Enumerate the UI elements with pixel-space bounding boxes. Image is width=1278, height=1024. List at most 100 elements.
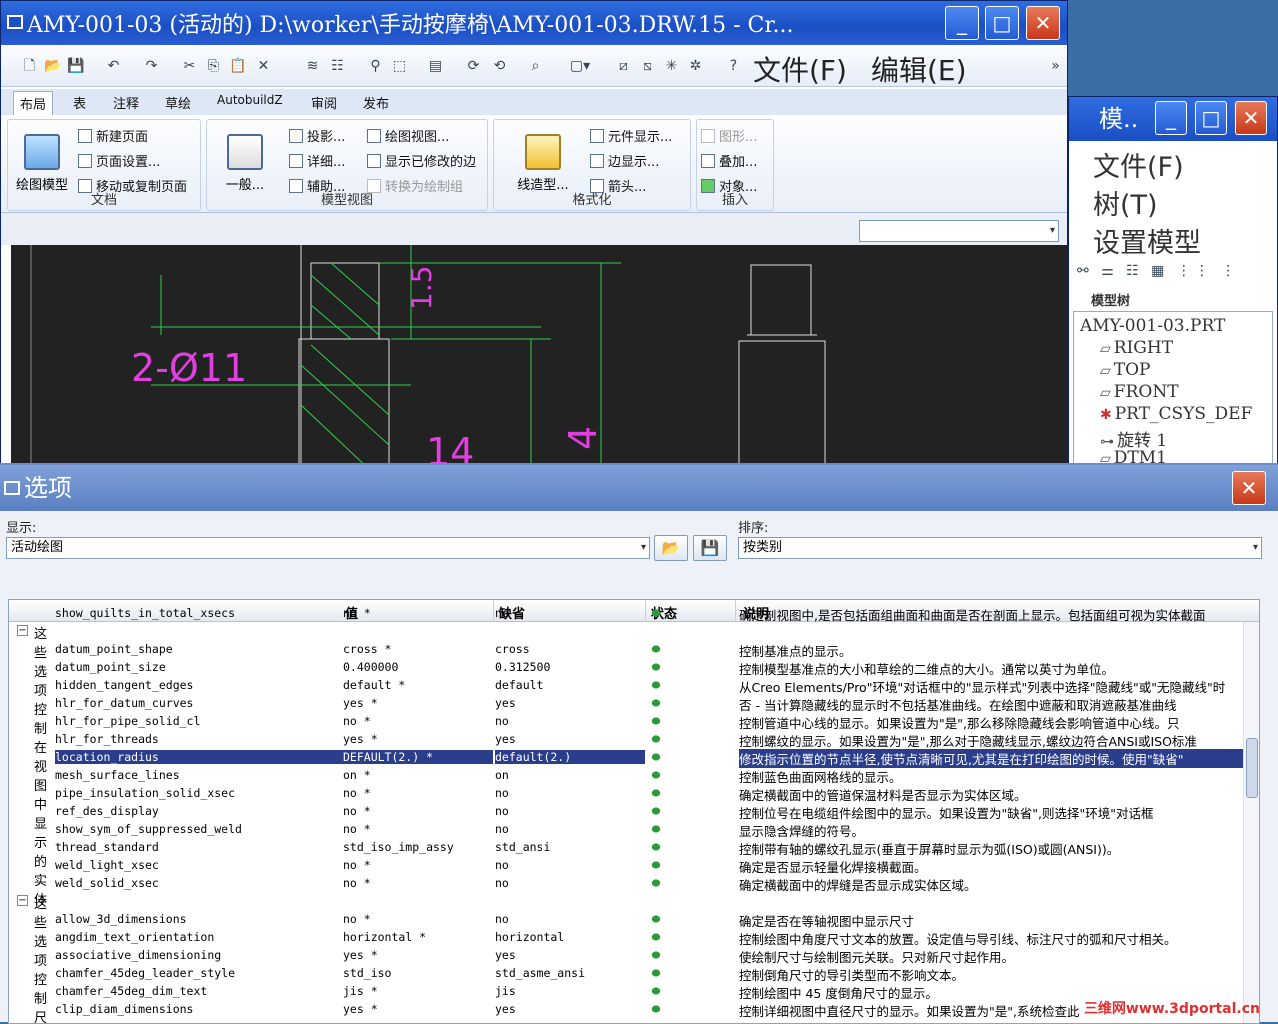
drawing-model-button[interactable]: 绘图模型 [10,134,74,193]
menu-edit[interactable]: 编辑(E) [871,49,967,89]
show-modified-edges-button[interactable]: 显示已修改的边 [367,151,476,170]
status-dot-icon [651,879,661,887]
tree-node-right[interactable]: ▱ RIGHT [1100,338,1173,358]
open-config-button[interactable]: 📂 [654,535,688,561]
delete-icon[interactable]: ✕ [255,58,272,75]
tree-menu-tree[interactable]: 树(T) [1093,183,1158,222]
tree-close-button[interactable]: ✕ [1235,101,1267,135]
properties-icon[interactable]: ▤ [427,58,444,75]
table-row[interactable]: datum_point_size 0.400000 0.312500 控制模型基准点的… [9,658,1249,677]
maximize-button[interactable]: □ [985,6,1019,40]
find-icon[interactable]: ⚲ [367,58,384,75]
table-row[interactable]: show_sym_of_suppressed_weld no * no 显示隐含焊缝的… [9,820,1249,839]
drawing-canvas[interactable]: 2-Ø11 14 4 1.5 [11,245,1067,471]
csys-icon[interactable]: ✲ [687,58,704,75]
tree-node-top[interactable]: ▱ TOP [1100,360,1151,380]
vertical-scrollbar[interactable] [1243,622,1259,1023]
tree-toggle-icon[interactable]: ☷ [329,58,346,75]
overlay-button[interactable]: 叠加... [701,151,757,170]
paste-icon[interactable]: 📋 [229,58,246,75]
detail-button[interactable]: 详细... [289,151,345,170]
new-page-button[interactable]: 新建页面 [78,126,148,145]
table-row[interactable]: chamfer_45deg_dim_text jis * jis 控制绘图中 45 度… [9,982,1249,1001]
tab-autobuildz[interactable]: AutobuildZ [217,93,283,107]
table-row[interactable]: weld_solid_xsec no * no 确定横截面中的焊缝是否显示成实体区域。 [9,874,1249,893]
drawing-view-button[interactable]: 绘图视图... [367,126,449,145]
component-display-button[interactable]: 元件显示... [590,126,672,145]
options-close-button[interactable]: ✕ [1232,471,1266,505]
table-row[interactable]: clip_diam_dimensions yes * yes 控制详细视图中直径尺寸的… [9,1000,1249,1019]
show-combo[interactable]: 活动绘图 ▾ [6,537,650,559]
general-view-button[interactable]: 一般... [215,134,275,193]
tab-annotate[interactable]: 注释 [113,93,139,112]
option-default: yes [495,1002,516,1016]
display-style-icon[interactable]: ▢▾ [565,58,595,75]
copy-icon[interactable]: ⎘ [205,58,222,75]
table-row[interactable]: show_quilts_in_total_xsecs no * no 确定剖视图中,是… [9,604,1249,623]
tree-node-front[interactable]: ▱ FRONT [1100,382,1179,402]
tree-minimize-button[interactable]: _ [1155,101,1187,135]
projection-label: 投影... [307,130,346,145]
table-row[interactable]: hidden_tangent_edges default * default 从Cre… [9,676,1249,695]
scrollbar-thumb[interactable] [1246,738,1258,798]
option-name: pipe_insulation_solid_xsec [55,786,236,800]
table-row[interactable]: chamfer_45deg_leader_style std_iso std_asm… [9,964,1249,983]
line-style-button[interactable]: 线造型... [508,134,578,193]
toolbar-overflow[interactable]: » [1047,58,1064,75]
collapse-icon[interactable]: − [17,895,28,906]
table-row[interactable]: location_radius DEFAULT(2.) * default(2.) 修… [9,748,1249,768]
table-row[interactable]: datum_point_shape cross * cross 控制基准点的显示。 [9,640,1249,659]
save-config-button[interactable]: 💾 [693,535,727,561]
table-row[interactable]: hlr_for_datum_curves yes * yes 否 - 当计算隐藏线的显… [9,694,1249,713]
table-row[interactable]: hlr_for_threads yes * yes 控制螺纹的显示。如果设置为"是",… [9,730,1249,749]
sort-combo[interactable]: 按类别 ▾ [738,537,1262,559]
table-row[interactable]: thread_standard std_iso_imp_assy std_ansi 控… [9,838,1249,857]
datum-planes-icon[interactable]: ⧄ [615,58,632,75]
tree-maximize-button[interactable]: □ [1195,101,1227,135]
projection-button[interactable]: 投影... [289,126,345,145]
collapse-icon[interactable]: − [17,625,28,636]
table-row[interactable]: weld_light_xsec no * no 确定是否显示轻量化焊接横截面。 [9,856,1249,875]
layer-icon[interactable]: ≋ [304,58,321,75]
datum-points-icon[interactable]: ✳ [663,58,680,75]
tab-review[interactable]: 审阅 [311,93,337,112]
tree-menu-file[interactable]: 文件(F) [1093,145,1184,184]
minimize-button[interactable]: _ [945,6,979,40]
tab-layout[interactable]: 布局 [13,91,54,115]
tree-toolbar[interactable]: ⚯ ⚌ ☷ ▦ ⋮⋮ ⋮ [1077,263,1239,279]
regenerate-icon[interactable]: ⟳ [465,58,482,75]
tree-node-root[interactable]: AMY-001-03.PRT [1080,316,1225,336]
table-row[interactable]: allow_3d_dimensions no * no 确定是否在等轴视图中显示尺寸 [9,910,1249,929]
new-file-icon[interactable]: 🗋 [21,58,38,75]
page-setup-button[interactable]: 页面设置... [78,151,160,170]
open-file-icon[interactable]: 📂 [44,58,61,75]
tab-sketch[interactable]: 草绘 [165,93,191,112]
select-box-icon[interactable]: ⬚ [391,58,408,75]
tree-node-csys[interactable]: ✱ PRT_CSYS_DEF [1100,404,1252,424]
menu-file[interactable]: 文件(F) [753,49,847,89]
undo-icon[interactable]: ↶ [105,58,122,75]
table-row[interactable]: hlr_for_pipe_solid_cl no * no 控制管道中心线的显示。如果… [9,712,1249,731]
table-row[interactable]: mesh_surface_lines on * on 控制蓝色曲面网格线的显示。 [9,766,1249,785]
redo-icon[interactable]: ↷ [143,58,160,75]
tab-publish[interactable]: 发布 [363,93,389,112]
cut-icon[interactable]: ✂ [181,58,198,75]
table-row[interactable]: pipe_insulation_solid_xsec no * no 确定横截面中的管… [9,784,1249,803]
save-icon[interactable]: 💾 [67,58,84,75]
help-icon[interactable]: ? [725,58,742,75]
tree-menu-setup[interactable]: 设置模型 [1093,221,1201,260]
main-title-bar[interactable]: AMY-001-03 (活动的) D:\worker\手动按摩椅\AMY-001… [1,1,1067,45]
datum-axes-icon[interactable]: ⧅ [639,58,656,75]
table-row[interactable]: ref_des_display no * no 控制位号在电缆组件绘图中的显示。如果设… [9,802,1249,821]
option-value: std_iso [343,966,392,980]
close-button[interactable]: ✕ [1026,6,1060,40]
options-title-bar[interactable]: 选项 [0,465,1278,511]
table-row[interactable]: angdim_text_orientation horizontal * horiz… [9,928,1249,947]
table-row[interactable]: associative_dimensioning yes * yes 使绘制尺寸与绘制… [9,946,1249,965]
zoom-icon[interactable]: ⌕ [527,58,544,75]
tab-table[interactable]: 表 [73,93,86,112]
edge-display-button[interactable]: 边显示... [590,151,659,170]
option-name: associative_dimensioning [55,948,222,962]
view-selector-combo[interactable]: ▾ [859,220,1059,242]
repaint-icon[interactable]: ⟲ [491,58,508,75]
